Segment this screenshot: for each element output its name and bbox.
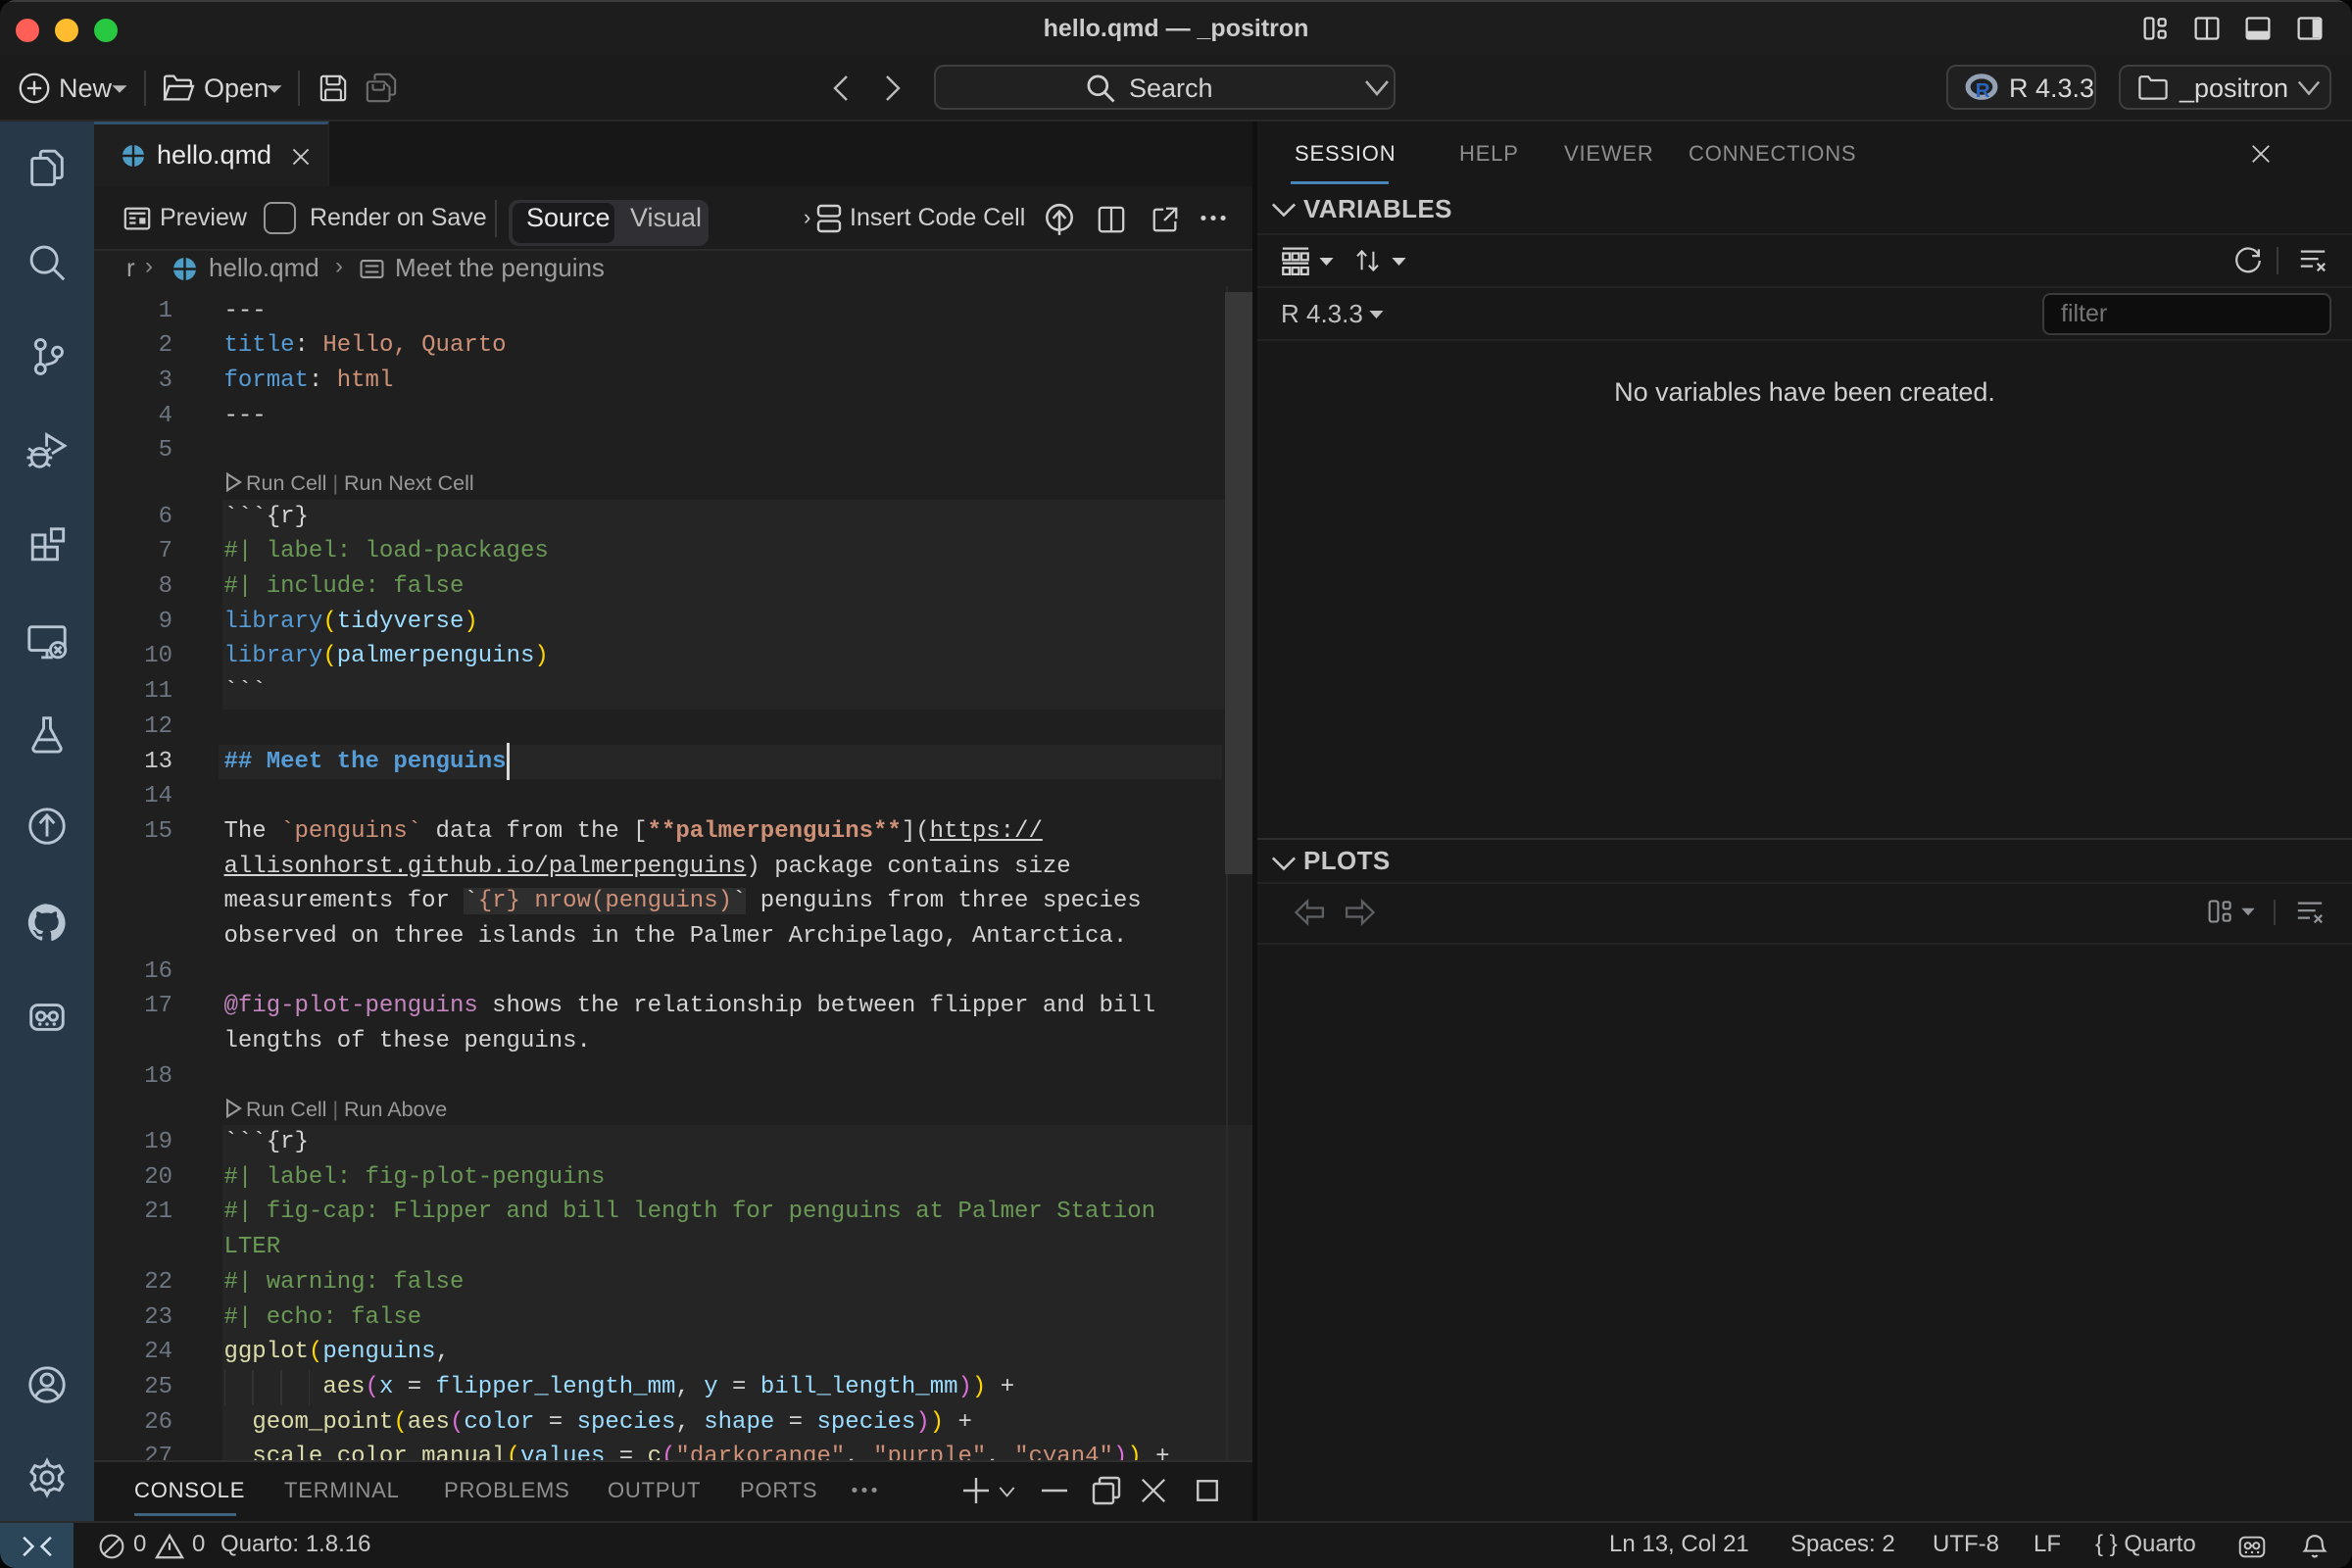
svg-text:R: R (1976, 79, 1990, 102)
